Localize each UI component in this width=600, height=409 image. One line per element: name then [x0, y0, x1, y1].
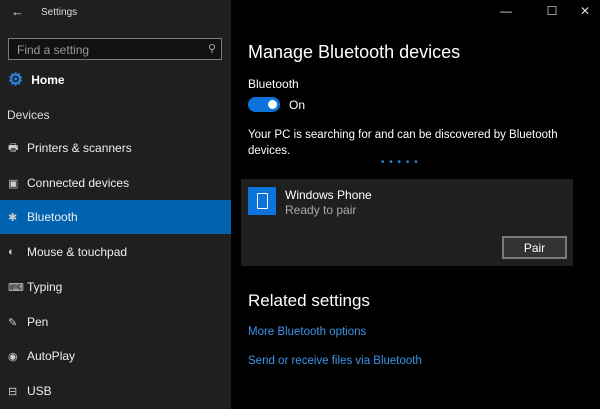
send-receive-files-link[interactable]: Send or receive files via Bluetooth	[248, 355, 422, 367]
bluetooth-label: Bluetooth	[248, 77, 299, 91]
sidebar-item-label: USB	[27, 384, 52, 398]
autoplay-icon: ◉	[8, 350, 18, 363]
search-input[interactable]: Find a setting ⚲	[8, 38, 222, 60]
keyboard-icon: ⌨	[8, 281, 24, 294]
maximize-button[interactable]: ☐	[537, 4, 567, 18]
close-button[interactable]: ✕	[570, 4, 600, 18]
sidebar-item-pen[interactable]: ✎ Pen	[0, 305, 231, 339]
window-title: Settings	[41, 7, 78, 18]
sidebar-item-label: Printers & scanners	[27, 141, 132, 155]
sidebar-item-label: Mouse & touchpad	[27, 245, 128, 259]
minimize-button[interactable]: —	[491, 4, 521, 18]
device-name: Windows Phone	[285, 188, 372, 202]
sidebar-item-home[interactable]: ⚙ Home	[8, 70, 65, 90]
bluetooth-toggle[interactable]	[248, 97, 280, 112]
device-card[interactable]: Windows Phone Ready to pair Pair	[241, 179, 573, 266]
sidebar-item-label: Pen	[27, 315, 49, 329]
section-heading: Devices	[7, 108, 50, 122]
gear-icon: ⚙	[8, 70, 24, 89]
devices-icon: ▣	[8, 177, 19, 190]
sidebar-item-printers[interactable]: 🖶 Printers & scanners	[0, 131, 231, 165]
pen-icon: ✎	[8, 316, 18, 329]
mouse-icon: ◐	[8, 246, 15, 258]
page-title: Manage Bluetooth devices	[248, 42, 461, 62]
printer-icon: 🖶	[8, 141, 19, 154]
searching-progress: • • • • •	[381, 157, 419, 168]
toggle-state: On	[289, 98, 306, 112]
pair-button[interactable]: Pair	[502, 236, 567, 259]
home-label: Home	[31, 73, 65, 87]
sidebar-item-bluetooth[interactable]: ✱ Bluetooth	[0, 200, 231, 234]
back-arrow-icon[interactable]: ←	[11, 4, 24, 19]
device-status: Ready to pair	[285, 203, 357, 217]
sidebar-item-autoplay[interactable]: ◉ AutoPlay	[0, 339, 231, 373]
bluetooth-icon: ✱	[8, 211, 18, 224]
search-icon: ⚲	[207, 43, 216, 55]
more-bluetooth-options-link[interactable]: More Bluetooth options	[248, 326, 366, 338]
sidebar-item-mouse[interactable]: ◐ Mouse & touchpad	[0, 235, 231, 269]
sidebar-item-label: Bluetooth	[27, 210, 78, 224]
sidebar-item-label: Connected devices	[27, 176, 130, 190]
sidebar-item-connected-devices[interactable]: ▣ Connected devices	[0, 166, 231, 200]
title-bar: ← Settings — ☐ ✕	[0, 0, 600, 26]
sidebar-item-label: Typing	[27, 280, 63, 294]
sidebar-item-typing[interactable]: ⌨ Typing	[0, 270, 231, 304]
search-placeholder: Find a setting	[17, 43, 90, 57]
related-settings-heading: Related settings	[248, 291, 370, 310]
discovery-description: Your PC is searching for and can be disc…	[248, 129, 558, 157]
usb-icon: ⊟	[8, 385, 18, 398]
sidebar-item-label: AutoPlay	[27, 349, 76, 363]
phone-icon	[248, 187, 276, 215]
main-content: Manage Bluetooth devices Bluetooth On Yo…	[231, 26, 600, 409]
sidebar-item-usb[interactable]: ⊟ USB	[0, 374, 231, 408]
